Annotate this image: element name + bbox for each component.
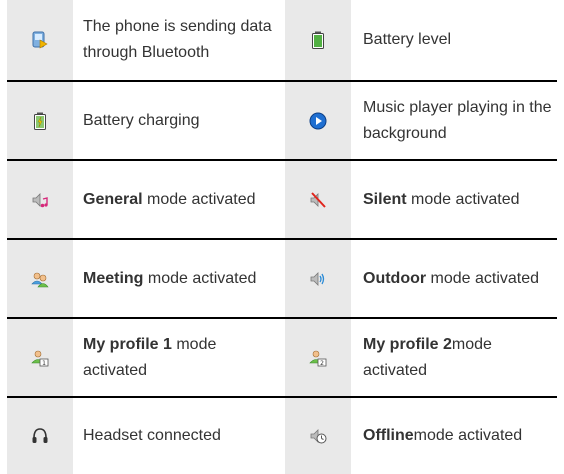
my-profile-2-icon: 2 [309,349,327,367]
mode-name: Outdoor [363,269,427,287]
description-text: The phone is sending data through Blueto… [83,0,281,80]
description-label: mode activated [142,190,256,208]
offline-mode-icon [309,427,327,445]
description-text: Battery charging [83,82,281,159]
icon-cell: 1 [7,319,73,396]
icon-cell [7,240,73,317]
silent-mode-icon [309,191,327,209]
description-label: Music player playing in the background [363,98,552,142]
description-label: mode activated [426,269,540,287]
description-label: Battery level [363,31,452,48]
description-text: My profile 1 mode activated [83,319,281,396]
description-label: mode activated [406,190,520,208]
description-text: Meeting mode activated [83,240,281,317]
profile-number-2: 2 [320,360,324,367]
meeting-mode-icon [31,270,49,288]
description-text: My profile 2mode activated [363,319,557,396]
mode-name: Silent [363,190,407,208]
my-profile-1-icon: 1 [31,349,49,367]
battery-level-icon [309,31,327,49]
icon-cell [285,0,351,80]
music-player-icon [309,112,327,130]
mode-name: My profile 1 [83,335,172,353]
general-mode-icon [31,191,49,209]
icon-cell [7,82,73,159]
icon-cell [285,161,351,238]
battery-charging-icon [31,112,49,130]
table-row: Meeting mode activated Outdoor mode acti… [7,238,557,317]
table-row: Headset connected Offlinemode activated [7,396,557,474]
icon-cell [7,0,73,80]
description-label: mode activated [143,269,257,287]
mode-name: My profile 2 [363,335,452,353]
headset-icon [31,427,49,445]
table-row: The phone is sending data through Blueto… [7,0,557,80]
table-row: General mode activated Silent mode activ… [7,159,557,238]
description-label: mode activated [413,427,523,444]
outdoor-mode-icon [309,270,327,288]
description-text: Silent mode activated [363,161,557,238]
table-row: Battery charging Music player playing in… [7,80,557,159]
description-text: General mode activated [83,161,281,238]
bluetooth-sending-icon [31,31,49,49]
description-label: Battery charging [83,111,200,129]
mode-name: General [83,190,143,208]
description-label: Headset connected [83,427,221,444]
icon-cell: 2 [285,319,351,396]
icon-table: The phone is sending data through Blueto… [7,0,557,474]
description-text: Music player playing in the background [363,82,557,159]
description-label: The phone is sending data through Blueto… [83,18,272,61]
description-text: Battery level [363,0,557,80]
mode-name: Meeting [83,269,144,287]
icon-cell [285,82,351,159]
profile-number-1: 1 [42,360,46,367]
icon-cell [7,161,73,238]
table-row: 1 My profile 1 mode activated 2 My profi… [7,317,557,396]
icon-cell [285,240,351,317]
mode-name: Offline [363,427,414,444]
description-text: Outdoor mode activated [363,240,557,317]
